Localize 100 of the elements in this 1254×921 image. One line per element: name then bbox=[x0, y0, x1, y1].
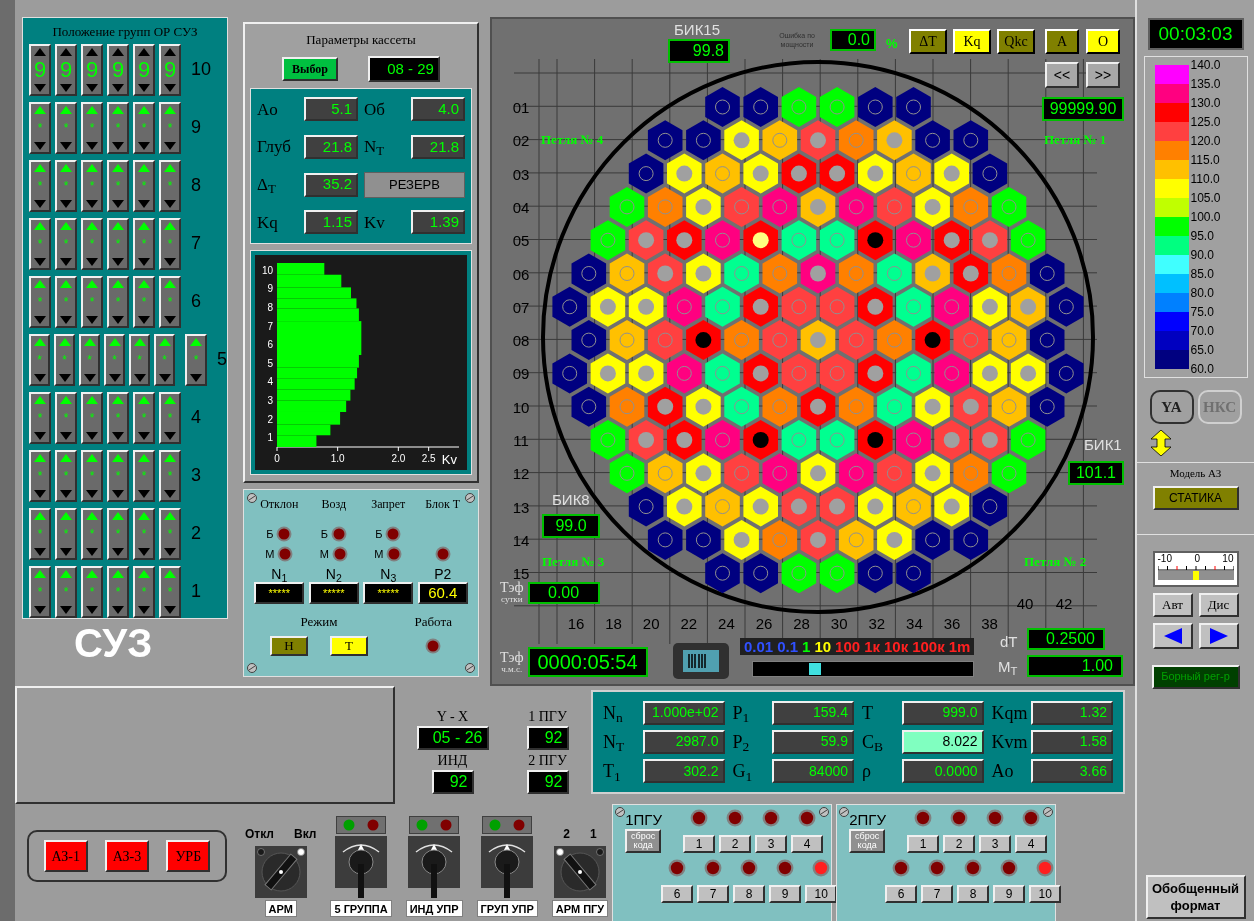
column-label: 36 bbox=[943, 615, 961, 632]
channel-button[interactable]: 4 bbox=[791, 835, 824, 853]
legend-label: 65.0 bbox=[1190, 343, 1215, 357]
param-value: 1.39 bbox=[411, 210, 465, 235]
channel-button[interactable]: 6 bbox=[661, 885, 694, 903]
control-button[interactable]: Дис bbox=[1198, 592, 1239, 617]
channel-button[interactable]: 3 bbox=[755, 835, 788, 853]
param-label: N$_{T}$ bbox=[603, 733, 625, 751]
rod-position: * bbox=[167, 237, 173, 250]
speed-label: 100 bbox=[835, 638, 861, 655]
page-button[interactable]: >> bbox=[1086, 62, 1120, 88]
switch-position-label: Вкл bbox=[294, 826, 317, 843]
channel-button[interactable]: 9 bbox=[993, 885, 1026, 903]
row-label: 06 bbox=[512, 265, 530, 283]
rod-position: * bbox=[89, 121, 95, 134]
teff-days-display: 0.00 bbox=[527, 581, 600, 604]
legend-label: 125.0 bbox=[1190, 115, 1221, 129]
param-value: 21.8 bbox=[304, 134, 358, 159]
legend-label: 115.0 bbox=[1190, 153, 1221, 167]
view-button[interactable]: O bbox=[1086, 29, 1120, 54]
speed-label: 0.01 bbox=[744, 638, 774, 655]
row-label: 13 bbox=[512, 498, 530, 516]
rod-position: * bbox=[89, 585, 95, 598]
column-label: 32 bbox=[868, 615, 886, 632]
group-number: 3 bbox=[191, 464, 201, 487]
param-value: 0.0000 bbox=[901, 759, 984, 784]
speed-label: 1к bbox=[864, 638, 880, 655]
scram-button[interactable]: УРБ bbox=[166, 840, 211, 872]
detector-value: 99.8 bbox=[668, 39, 730, 63]
param-label: P$_{2}$ bbox=[732, 733, 750, 751]
gauge-label: 0 bbox=[1194, 552, 1200, 565]
mode-button[interactable]: Т bbox=[330, 635, 368, 656]
column-label: 16 bbox=[567, 615, 585, 632]
channel-button[interactable]: 2 bbox=[719, 835, 752, 853]
rod-position: * bbox=[167, 295, 173, 308]
rod-position: * bbox=[115, 237, 121, 250]
channel-button[interactable]: 1 bbox=[907, 835, 940, 853]
loop-label: Петля № 4 bbox=[541, 131, 604, 149]
rod-position: * bbox=[115, 121, 121, 134]
legend-label: 135.0 bbox=[1190, 77, 1221, 91]
tick-label: 2.0 bbox=[391, 453, 406, 464]
rod-position: 9 bbox=[111, 58, 125, 81]
counter-display: 99999.90 bbox=[1042, 97, 1124, 121]
dt-display: 0.2500 bbox=[1027, 628, 1105, 650]
rod-position: * bbox=[87, 353, 92, 366]
tick-label: 2 bbox=[267, 413, 273, 425]
rod-position: * bbox=[37, 179, 43, 192]
legend-label: 60.0 bbox=[1190, 362, 1215, 376]
control-button[interactable]: Авт bbox=[1152, 592, 1193, 617]
channel-button[interactable]: 8 bbox=[957, 885, 990, 903]
column-header: Блок T bbox=[424, 498, 462, 513]
channel-button[interactable]: 4 bbox=[1015, 835, 1048, 853]
tick-label: 8 bbox=[267, 301, 273, 313]
page-button[interactable]: << bbox=[1045, 62, 1079, 88]
tick-label: 4 bbox=[267, 376, 273, 388]
rod-position: * bbox=[89, 295, 95, 308]
axis-label: Kv bbox=[441, 452, 457, 467]
mode-button[interactable]: Н bbox=[270, 635, 308, 656]
work-label: Работа bbox=[414, 613, 452, 631]
static-mode-button[interactable]: СТАТИКА bbox=[1152, 485, 1239, 510]
legend-label: 70.0 bbox=[1190, 324, 1215, 338]
general-format-button[interactable]: Обобщенный формат bbox=[1145, 875, 1246, 919]
tick-label: 9 bbox=[267, 283, 273, 295]
scram-button[interactable]: АЗ-3 bbox=[105, 840, 149, 872]
mode-button[interactable]: Qkc bbox=[997, 29, 1035, 54]
rod-position: * bbox=[141, 469, 147, 482]
rod-position: * bbox=[112, 353, 117, 366]
legend-label: 85.0 bbox=[1190, 267, 1215, 281]
channel-button[interactable]: 1 bbox=[683, 835, 716, 853]
speed-label: 0.1 bbox=[777, 638, 799, 655]
channel-button[interactable]: 6 bbox=[885, 885, 918, 903]
reserve-button[interactable]: РЕЗЕРВ bbox=[364, 171, 465, 198]
mode-button[interactable]: ΔT bbox=[909, 29, 947, 54]
detector-value: 99.0 bbox=[542, 514, 600, 538]
param-value: 4.0 bbox=[411, 97, 465, 122]
channel-button[interactable]: 10 bbox=[805, 885, 838, 903]
select-button[interactable]: Выбор bbox=[282, 56, 338, 81]
tick-label: 1.0 bbox=[330, 453, 345, 464]
channel-button[interactable]: 9 bbox=[769, 885, 802, 903]
channel-button[interactable]: 10 bbox=[1029, 885, 1062, 903]
mode-button[interactable]: Kq bbox=[953, 29, 991, 54]
channel-button[interactable]: 3 bbox=[979, 835, 1012, 853]
tick-label: 0 bbox=[274, 453, 280, 464]
rod-position: * bbox=[63, 295, 69, 308]
source-button[interactable]: YA bbox=[1149, 390, 1194, 424]
rod-position: * bbox=[141, 527, 147, 540]
scram-button[interactable]: АЗ-1 bbox=[43, 840, 88, 872]
channel-button[interactable]: 8 bbox=[733, 885, 766, 903]
readout-value: 60.4 bbox=[417, 582, 468, 604]
rod-position: * bbox=[167, 527, 173, 540]
param-label: Глуб bbox=[257, 136, 291, 158]
channel-button[interactable]: 2 bbox=[943, 835, 976, 853]
boron-regulator-button[interactable]: Борный рег-р bbox=[1151, 664, 1240, 689]
view-button[interactable]: A bbox=[1045, 29, 1079, 54]
param-label: T bbox=[862, 703, 873, 722]
channel-button[interactable]: 7 bbox=[921, 885, 954, 903]
speed-label: 1m bbox=[948, 638, 971, 655]
legend-label: 95.0 bbox=[1190, 229, 1215, 243]
switch-position-label: Откл bbox=[245, 826, 274, 843]
channel-button[interactable]: 7 bbox=[697, 885, 730, 903]
